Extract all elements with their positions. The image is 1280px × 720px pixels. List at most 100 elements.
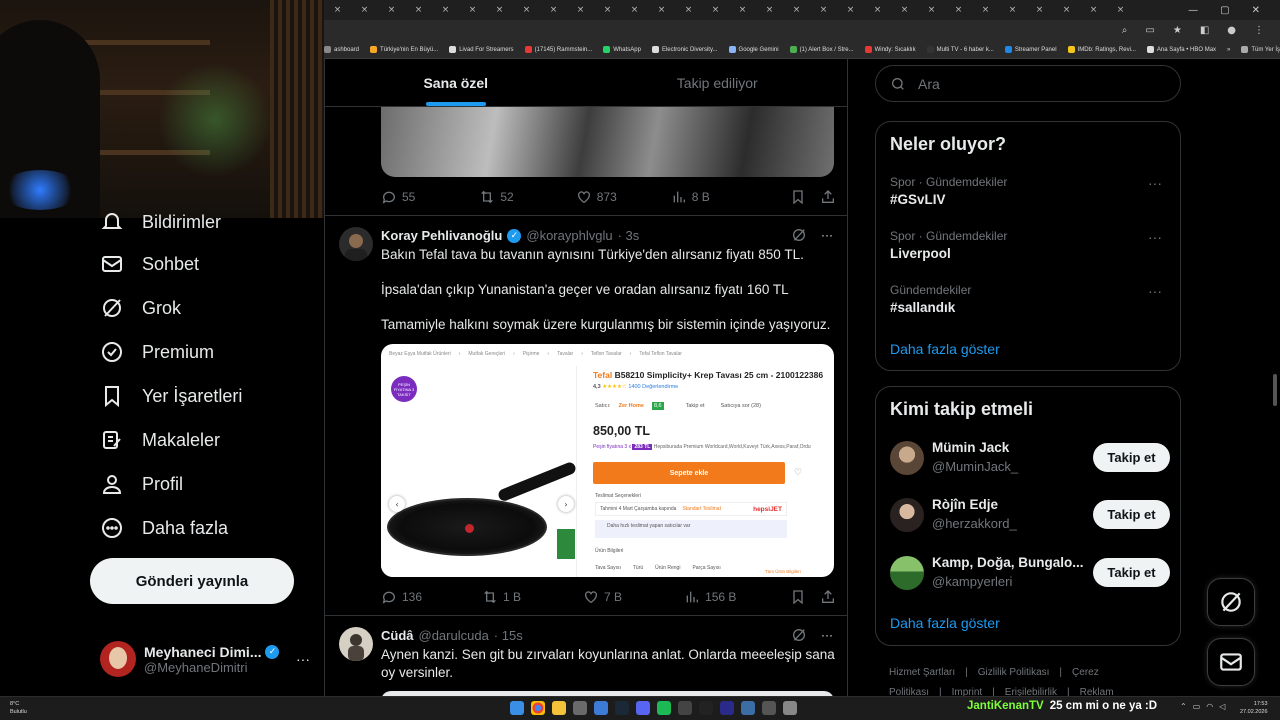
browser-tab[interactable]: × (486, 0, 513, 20)
all-specs-link[interactable]: Tüm Ürün Bilgileri (765, 569, 801, 574)
views-button[interactable]: 8 B (671, 189, 710, 205)
wifi-icon[interactable]: ◠ (1206, 702, 1213, 711)
tab-following[interactable]: Takip ediliyor (587, 59, 848, 106)
browser-tab[interactable]: × (702, 0, 729, 20)
tab-close-icon[interactable]: × (415, 5, 423, 15)
browser-tab[interactable]: × (513, 0, 540, 20)
breadcrumb-item[interactable]: › (459, 351, 461, 357)
tab-close-icon[interactable]: × (550, 5, 558, 15)
nav-profile[interactable]: Profil (100, 472, 183, 496)
follow-suggestion[interactable]: Kamp, Doğa, Bungalo... @kampyerleri Taki… (890, 552, 1170, 592)
like-button[interactable]: 873 (576, 189, 617, 205)
bookmark-item[interactable]: Livad For Streamers (449, 46, 514, 53)
breadcrumb-item[interactable]: Tefal Teflon Tavalar (639, 351, 682, 357)
bookmark-item[interactable]: Electronic Diversity... (651, 46, 718, 53)
tab-close-icon[interactable]: × (712, 5, 720, 15)
breadcrumb-item[interactable]: › (630, 351, 632, 357)
faster-sellers[interactable]: Daha hızlı teslimat yapan satıcılar var (595, 520, 787, 538)
post-button[interactable]: Gönderi yayınla (90, 558, 294, 604)
tab-close-icon[interactable]: × (1063, 5, 1071, 15)
bookmark-item[interactable]: (17145) Rammstein... (524, 46, 592, 53)
browser-tab[interactable]: × (837, 0, 864, 20)
follow-button[interactable]: Takip et (1093, 558, 1170, 587)
menu-icon[interactable]: ⋮ (1254, 25, 1264, 36)
weather-widget[interactable]: 8°C Bulutlu (10, 700, 27, 716)
minimize-icon[interactable]: — (1188, 5, 1198, 16)
browser-tab[interactable]: × (1026, 0, 1053, 20)
share-icon[interactable] (820, 189, 836, 205)
avatar[interactable] (339, 627, 373, 661)
tab-close-icon[interactable]: × (496, 5, 504, 15)
cast-icon[interactable]: ▭ (1145, 25, 1154, 36)
breadcrumb-item[interactable]: Mutfak Gereçleri (468, 351, 505, 357)
tweet-image-product[interactable]: Beyaz Eşya Mutfak Ürünleri › Mutfak Gereçl… (381, 344, 834, 577)
show-more-link[interactable]: Daha fazla göster (890, 341, 1000, 357)
bookmark-item[interactable]: Streamer Panel (1004, 46, 1057, 53)
tab-close-icon[interactable]: × (1090, 5, 1098, 15)
reply-button[interactable]: 136 (381, 589, 422, 605)
tab-close-icon[interactable]: × (442, 5, 450, 15)
nav-bookmarks[interactable]: Yer İşaretleri (100, 384, 242, 408)
trend-item[interactable]: Spor · Gündemdekiler Liverpool ··· (890, 229, 1170, 261)
nav-premium[interactable]: Premium (100, 340, 214, 364)
tab-close-icon[interactable]: × (901, 5, 909, 15)
breadcrumb-item[interactable]: Beyaz Eşya Mutfak Ürünleri (389, 351, 451, 357)
messages-float-button[interactable] (1207, 638, 1255, 686)
repost-button[interactable]: 1 B (482, 589, 521, 605)
tab-close-icon[interactable]: × (1036, 5, 1044, 15)
tab-close-icon[interactable]: × (1117, 5, 1125, 15)
browser-tab[interactable]: × (999, 0, 1026, 20)
footer-link[interactable]: Gizlilik Politikası (978, 667, 1050, 678)
footer-link[interactable]: | (1059, 667, 1062, 678)
bookmark-item[interactable]: IMDb: Ratings, Revi... (1067, 46, 1136, 53)
tab-close-icon[interactable]: × (334, 5, 342, 15)
grok-icon[interactable] (791, 627, 807, 643)
tab-close-icon[interactable]: × (793, 5, 801, 15)
trend-more-icon[interactable]: ··· (1148, 229, 1162, 245)
author-handle[interactable]: @darulcuda (419, 628, 489, 643)
repost-button[interactable]: 52 (479, 189, 514, 205)
browser-tab[interactable]: × (972, 0, 999, 20)
breadcrumb-item[interactable]: › (581, 351, 583, 357)
tab-close-icon[interactable]: × (847, 5, 855, 15)
bookmark-item[interactable]: Ana Sayfa • HBO Max (1146, 46, 1216, 53)
breadcrumb-item[interactable]: › (547, 351, 549, 357)
browser-tab[interactable]: × (405, 0, 432, 20)
browser-tab[interactable]: × (459, 0, 486, 20)
profile-icon[interactable]: ● (1227, 25, 1236, 36)
app-icon[interactable] (594, 701, 608, 715)
app-icon[interactable] (741, 701, 755, 715)
footer-link[interactable]: Hizmet Şartları (889, 667, 955, 678)
seller-name[interactable]: Zer Home (619, 403, 644, 409)
browser-tab[interactable]: × (783, 0, 810, 20)
tab-close-icon[interactable]: × (361, 5, 369, 15)
app-icon[interactable] (720, 701, 734, 715)
tweet-image[interactable] (381, 107, 834, 177)
tab-close-icon[interactable]: × (388, 5, 396, 15)
tab-close-icon[interactable]: × (631, 5, 639, 15)
tweet-time[interactable]: · 3s (618, 228, 640, 243)
tab-close-icon[interactable]: × (685, 5, 693, 15)
show-more-link[interactable]: Daha fazla göster (890, 615, 1000, 631)
follow-suggestion[interactable]: Ròjîn Edje @herzakkord_ Takip et (890, 494, 1170, 534)
browser-tab[interactable]: × (324, 0, 351, 20)
account-switcher[interactable]: Meyhaneci Dimi... ✓ @MeyhaneDimitri ··· (100, 636, 310, 682)
tab-close-icon[interactable]: × (658, 5, 666, 15)
follow-button[interactable]: Takip et (1093, 500, 1170, 529)
browser-tab[interactable]: × (756, 0, 783, 20)
chevron-up-icon[interactable]: ⌃ (1180, 702, 1187, 711)
search-input[interactable]: Ara (875, 65, 1181, 102)
browser-tab[interactable]: × (378, 0, 405, 20)
steam-icon[interactable] (615, 701, 629, 715)
tab-close-icon[interactable]: × (469, 5, 477, 15)
grok-icon[interactable] (791, 227, 807, 243)
bookmark-icon[interactable] (790, 589, 806, 605)
reply-button[interactable]: 55 (381, 189, 415, 205)
breadcrumb-item[interactable]: Tavalar (557, 351, 573, 357)
bookmark-item[interactable]: WhatsApp (603, 46, 641, 53)
bookmark-item[interactable]: Türkiye'nin En Büyü... (370, 46, 438, 53)
browser-tab[interactable]: × (621, 0, 648, 20)
prev-arrow-icon[interactable]: ‹ (389, 496, 405, 512)
zoom-icon[interactable]: ⌕ (1122, 25, 1128, 36)
like-button[interactable]: 7 B (583, 589, 622, 605)
